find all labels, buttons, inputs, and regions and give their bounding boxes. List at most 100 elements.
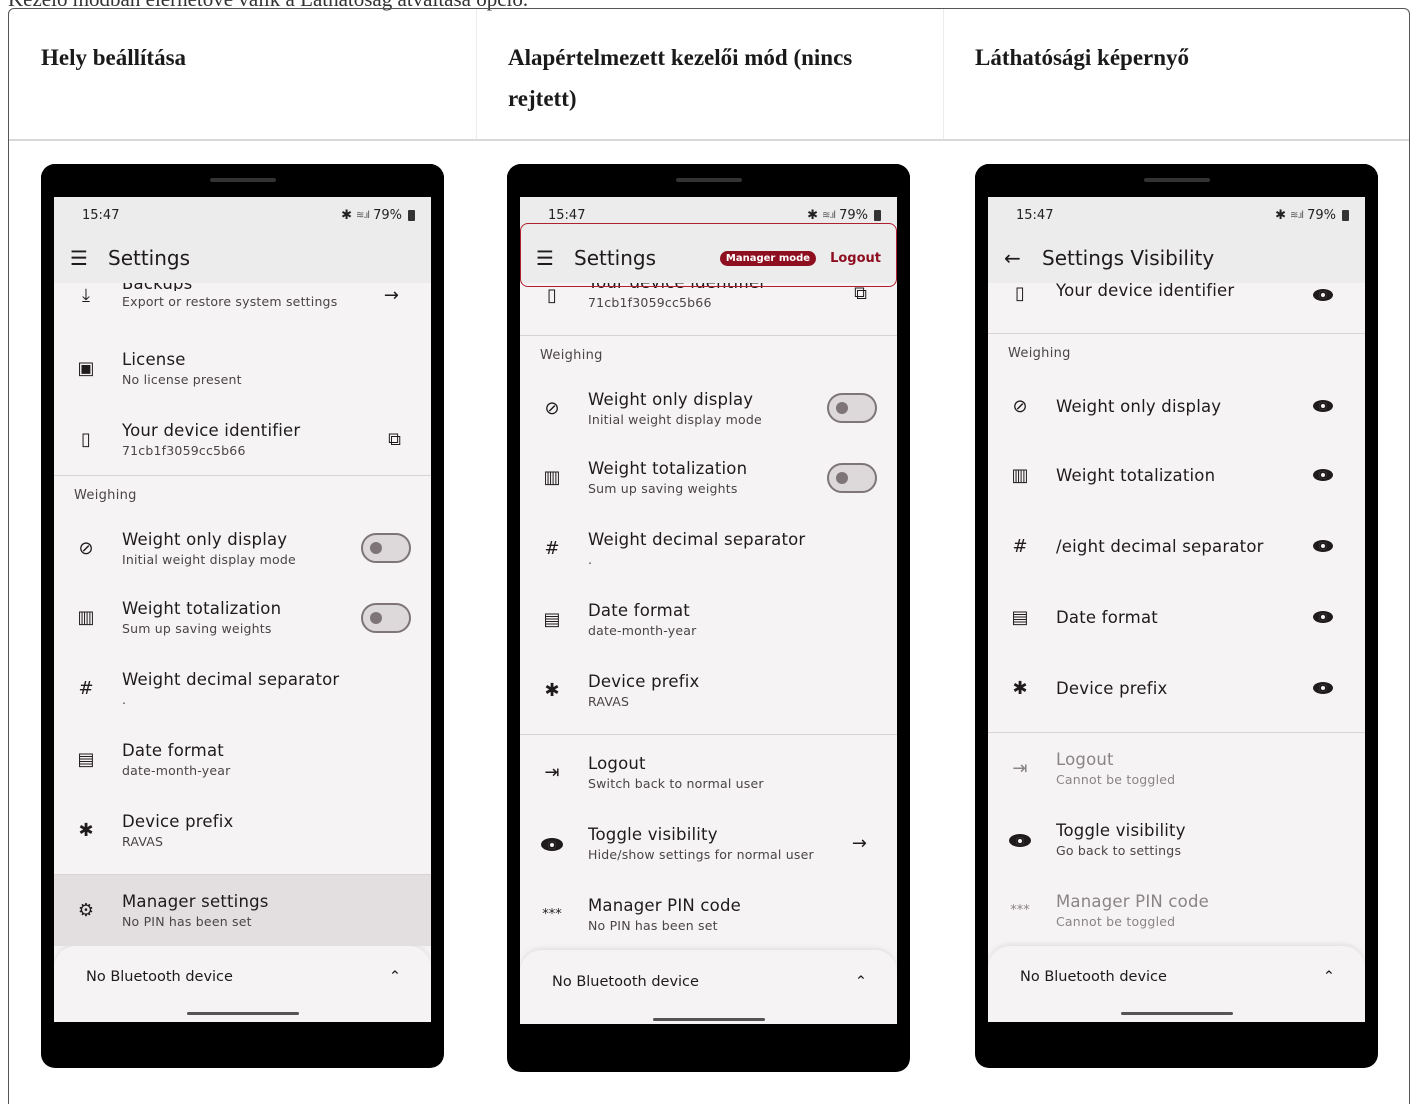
list-item-device-id[interactable]: ▯ Your device identifier 71cb1f3059cc5b66… [54, 404, 431, 475]
eye-icon[interactable] [1313, 465, 1333, 486]
item-subtitle: RAVAS [122, 834, 164, 849]
battery-percent: 79% [373, 207, 402, 223]
item-subtitle: 71cb1f3059cc5b66 [122, 443, 246, 458]
item-title: Device prefix [122, 812, 234, 831]
list-item-decimal-separator[interactable]: # /eight decimal separator [988, 511, 1365, 582]
list-item-manager-pin: *** Manager PIN code Cannot be toggled [988, 875, 1365, 946]
menu-icon[interactable]: ☰ [536, 246, 558, 270]
item-subtitle: Go back to settings [1056, 843, 1182, 858]
item-title: Your device identifier [588, 283, 854, 289]
list-item-device-prefix[interactable]: ✱ Device prefix RAVAS [520, 655, 897, 726]
header-divider [9, 139, 1409, 141]
item-subtitle: . [122, 692, 127, 707]
navigation-bar [54, 1008, 431, 1022]
download-icon: ⤓ [82, 285, 90, 306]
eye-icon[interactable] [1313, 536, 1333, 557]
list-item-date-format[interactable]: ▤ Date format date-month-year [520, 584, 897, 655]
menu-icon[interactable]: ☰ [70, 246, 92, 270]
chevron-up-icon[interactable]: ⌃ [389, 969, 401, 985]
column-divider [476, 9, 477, 139]
item-title: Weight decimal separator [588, 530, 806, 549]
item-subtitle: Sum up saving weights [122, 621, 272, 636]
copy-icon[interactable]: ⧉ [854, 283, 867, 304]
list-item-decimal-separator[interactable]: # Weight decimal separator. [54, 653, 431, 724]
list-item-license[interactable]: ▣ License No license present [54, 333, 431, 404]
manager-mode-badge: Manager mode [719, 250, 817, 266]
item-title: Weight decimal separator [122, 670, 340, 689]
arrow-right-icon: → [383, 285, 399, 306]
item-title: Device prefix [1056, 679, 1168, 698]
toggle-switch[interactable] [361, 602, 411, 633]
hash-icon: # [78, 678, 94, 699]
eye-icon[interactable] [1313, 607, 1333, 628]
eye-off-icon: ⊘ [1012, 395, 1028, 417]
home-indicator[interactable] [186, 1012, 299, 1015]
list-item-weight-total[interactable]: ▥ Weight totalization [988, 440, 1365, 511]
copy-icon[interactable]: ⧉ [388, 429, 401, 450]
item-subtitle: Cannot be toggled [1056, 772, 1176, 787]
signal-icon: ≋.ıl [355, 209, 370, 221]
bluetooth-device-bar[interactable]: No Bluetooth device ⌃ [520, 950, 897, 1014]
pin-icon: *** [1010, 903, 1030, 918]
hash-icon: # [1012, 536, 1028, 557]
item-title: Date format [122, 741, 224, 760]
chevron-up-icon[interactable]: ⌃ [855, 974, 867, 990]
eye-icon[interactable] [1313, 285, 1333, 306]
eye-off-icon: ⊘ [78, 537, 94, 559]
logout-button[interactable]: Logout [830, 251, 881, 266]
home-indicator[interactable] [652, 1018, 765, 1021]
section-header-weighing: Weighing [540, 347, 603, 363]
item-subtitle: RAVAS [588, 694, 630, 709]
item-subtitle: Switch back to normal user [588, 776, 764, 791]
list-item-logout[interactable]: ⇥ Logout Switch back to normal user [520, 737, 897, 808]
home-indicator[interactable] [1120, 1012, 1233, 1015]
list-item-weight-only[interactable]: ⊘ Weight only display [988, 372, 1365, 440]
list-item-date-format[interactable]: ▤ Date format date-month-year [54, 724, 431, 795]
list-item-toggle-visibility[interactable]: Toggle visibility Go back to settings [988, 804, 1365, 875]
list-item-weight-total[interactable]: ▥ Weight totalization Sum up saving weigh… [520, 442, 897, 513]
pin-icon: *** [542, 907, 562, 922]
app-bar: ← Settings Visibility [988, 233, 1365, 283]
item-subtitle: Hide/show settings for normal user [588, 847, 814, 862]
toggle-switch[interactable] [361, 533, 411, 563]
list-item-manager-settings[interactable]: ⚙ Manager settings No PIN has been set [54, 875, 431, 946]
toggle-switch[interactable] [827, 462, 877, 493]
list-item-decimal-separator[interactable]: # Weight decimal separator. [520, 513, 897, 584]
arrow-right-icon: → [851, 833, 867, 854]
list-item-device-id[interactable]: ▯ Your device identifier 71cb1f3059cc5b6… [520, 283, 897, 335]
status-bar: 15:47 ✱ ≋.ıl 79% [988, 197, 1365, 233]
bluetooth-device-bar[interactable]: No Bluetooth device ⌃ [988, 946, 1365, 1008]
item-title: Weight totalization [122, 599, 282, 618]
item-subtitle: date-month-year [122, 763, 231, 778]
eye-icon[interactable] [1313, 678, 1333, 699]
chevron-up-icon[interactable]: ⌃ [1323, 969, 1335, 985]
divider [520, 734, 897, 735]
back-arrow-icon[interactable]: ← [1004, 246, 1026, 270]
item-title: Device prefix [588, 672, 700, 691]
phone-screenshot-manager-mode: 15:47 ✱ ≋.ıl 79% ☰ Settings Manager mode L… [507, 164, 910, 1072]
item-title: Your device identifier [1056, 281, 1235, 300]
bluetooth-device-bar[interactable]: No Bluetooth device ⌃ [54, 946, 431, 1008]
bluetooth-icon: ✱ [1275, 207, 1286, 223]
phone-screenshot-visibility: 15:47 ✱ ≋.ıl 79% ← Settings Visibility ▯ Y… [975, 164, 1378, 1068]
list-item-date-format[interactable]: ▤ Date format [988, 582, 1365, 653]
list-item-weight-only[interactable]: ⊘ Weight only display Initial weight disp… [54, 514, 431, 582]
column-header-2: Alapértelmezett kezelői mód (nincs rejte… [508, 45, 853, 111]
list-item-manager-pin[interactable]: *** Manager PIN code No PIN has been set [520, 879, 897, 950]
toggle-switch[interactable] [827, 393, 877, 423]
list-item-device-prefix[interactable]: ✱ Device prefix RAVAS [54, 795, 431, 866]
list-item-device-id[interactable]: ▯ Your device identifier [988, 281, 1365, 333]
list-item-weight-total[interactable]: ▥ Weight totalization Sum up saving weigh… [54, 582, 431, 653]
battery-percent: 79% [1307, 207, 1336, 223]
chart-add-icon: ▥ [1011, 465, 1029, 486]
eye-icon[interactable] [1313, 396, 1333, 417]
item-title: License [122, 350, 186, 369]
list-item-toggle-visibility[interactable]: Toggle visibility Hide/show settings for … [520, 808, 897, 879]
list-item-weight-only[interactable]: ⊘ Weight only display Initial weight disp… [520, 374, 897, 442]
license-icon: ▣ [77, 358, 95, 379]
item-title: /eight decimal separator [1056, 537, 1264, 556]
list-item-device-prefix[interactable]: ✱ Device prefix [988, 653, 1365, 724]
list-item-backups[interactable]: ⤓ Backups Export or restore system setti… [54, 283, 431, 333]
item-subtitle: . [588, 552, 593, 567]
status-time: 15:47 [1016, 207, 1054, 223]
